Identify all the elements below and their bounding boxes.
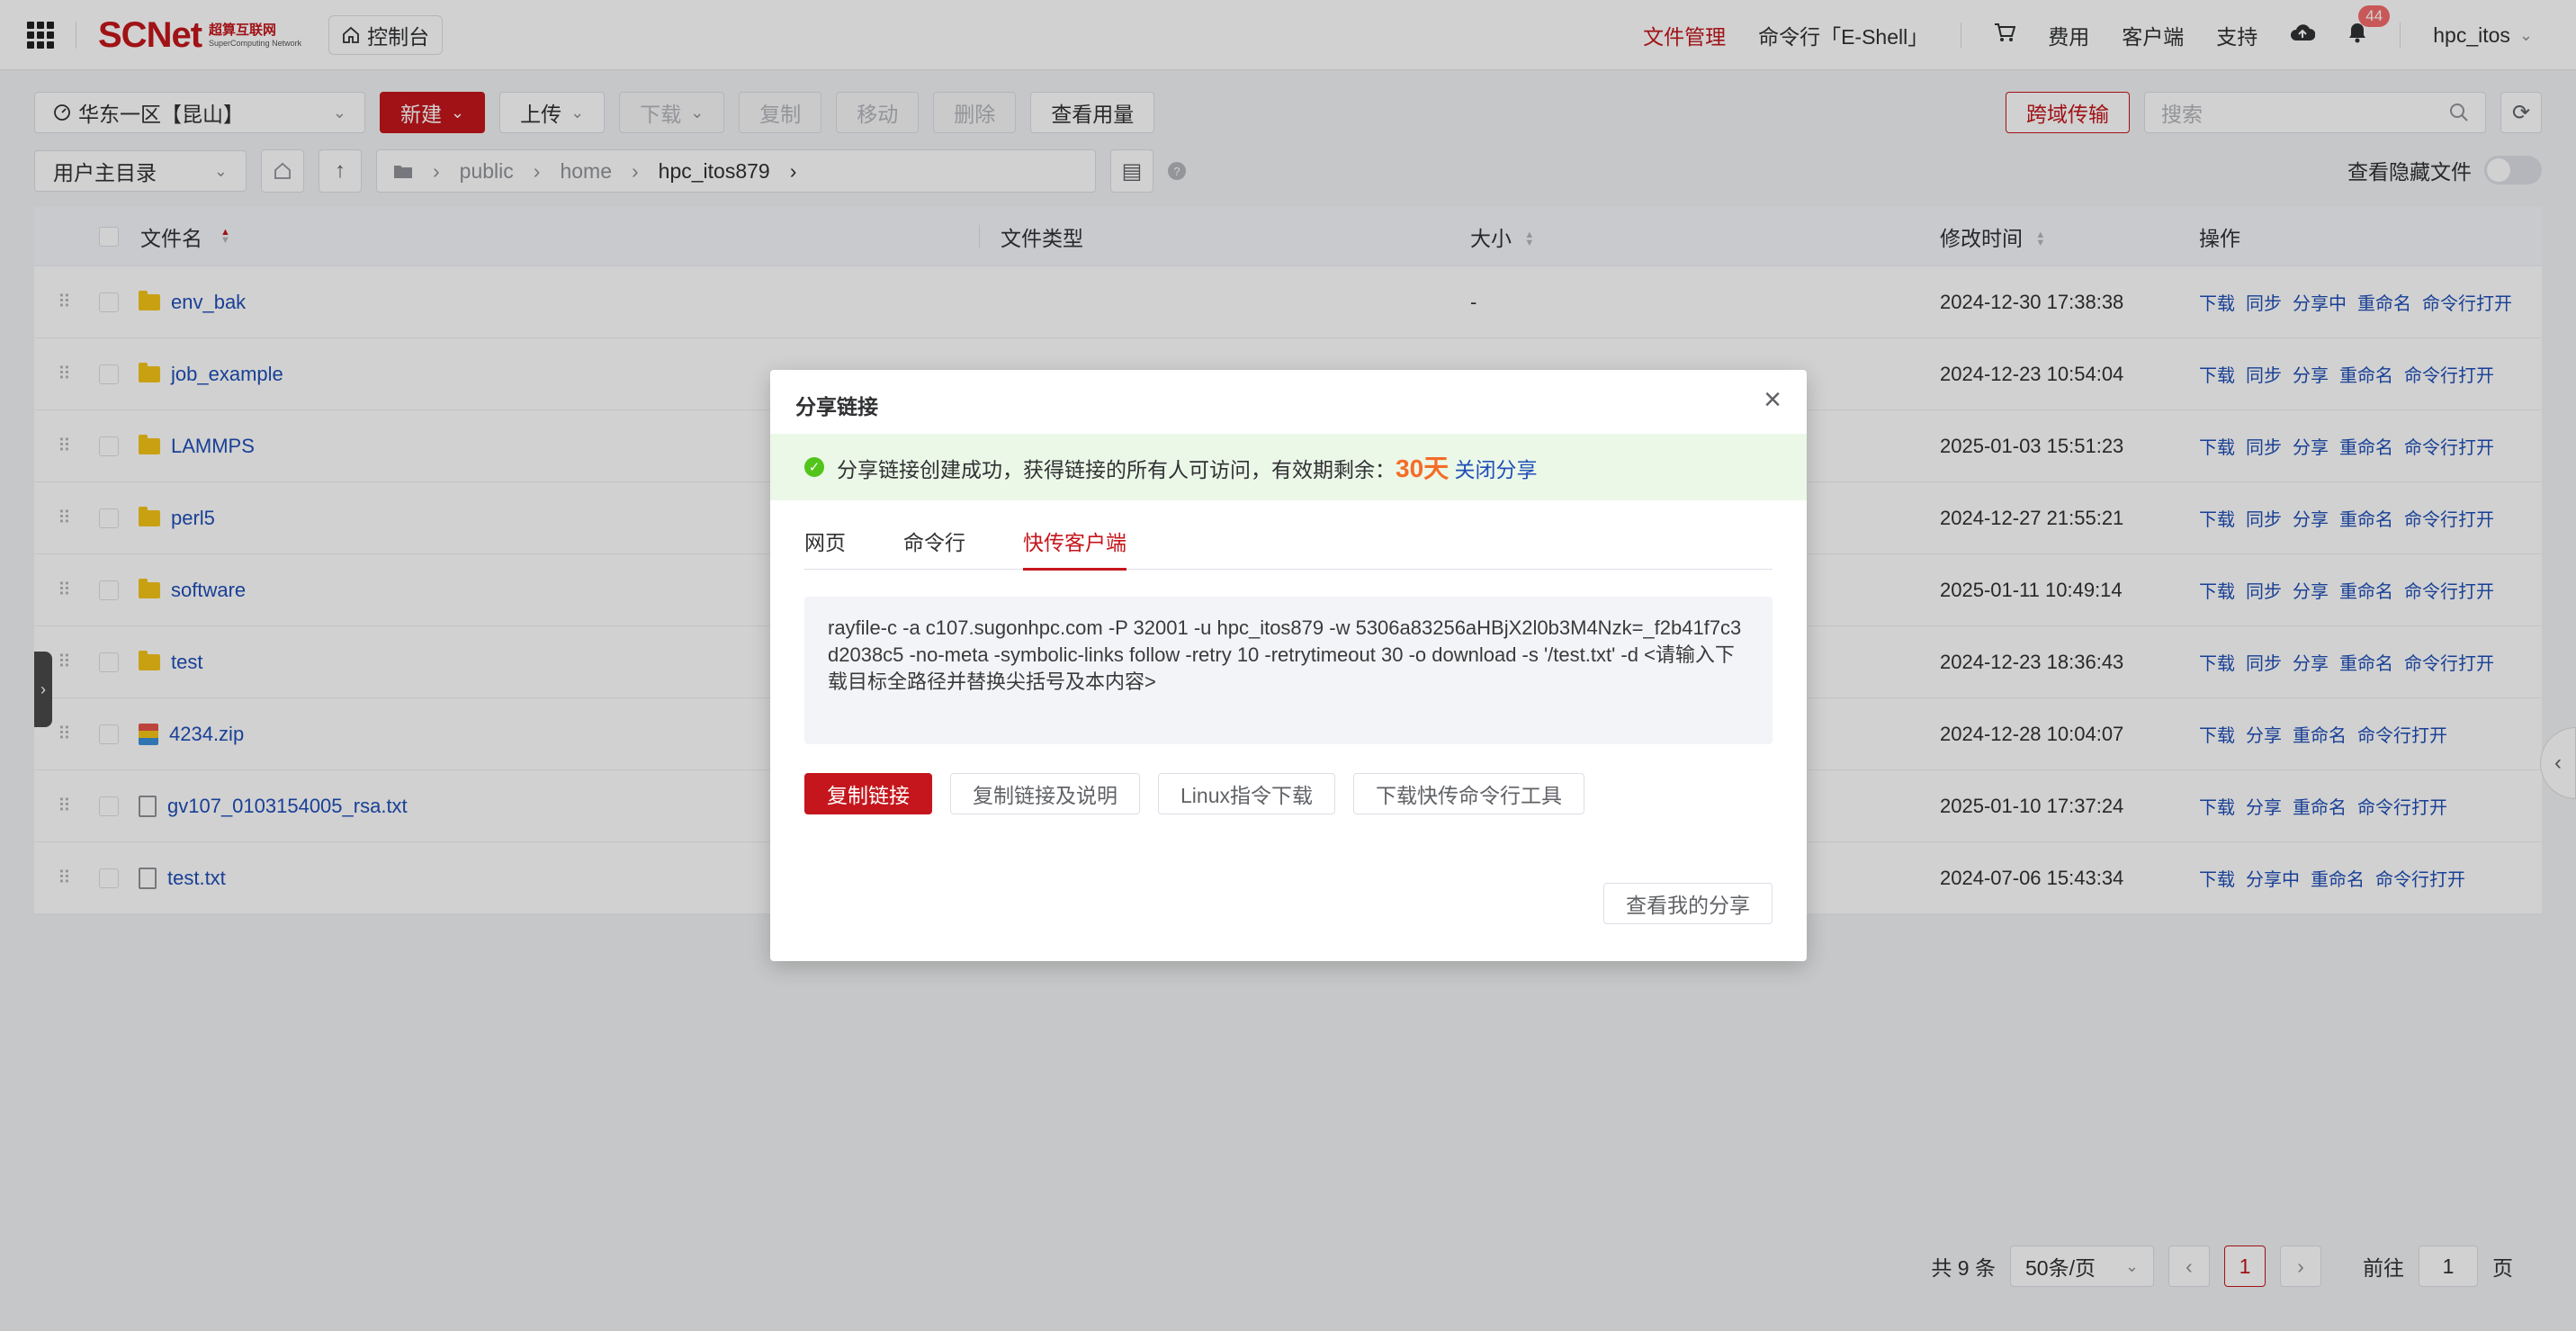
close-icon[interactable]: × [1764, 384, 1782, 415]
linux-download-button[interactable]: Linux指令下载 [1158, 773, 1335, 814]
share-link-dialog: 分享链接 × ✓ 分享链接创建成功，获得链接的所有人可访问，有效期剩余：30天 … [770, 370, 1807, 961]
check-circle-icon: ✓ [804, 457, 824, 477]
success-alert: ✓ 分享链接创建成功，获得链接的所有人可访问，有效期剩余：30天 关闭分享 [770, 434, 1807, 500]
dialog-actions: 复制链接 复制链接及说明 Linux指令下载 下载快传命令行工具 [804, 773, 1584, 814]
dialog-title: 分享链接 [795, 395, 878, 418]
tab-fast-client[interactable]: 快传客户端 [1023, 525, 1126, 571]
tab-web[interactable]: 网页 [804, 525, 846, 570]
copy-link-with-note-button[interactable]: 复制链接及说明 [950, 773, 1140, 814]
copy-link-button[interactable]: 复制链接 [804, 773, 932, 814]
close-share-link[interactable]: 关闭分享 [1455, 458, 1538, 481]
download-cli-tool-button[interactable]: 下载快传命令行工具 [1352, 773, 1584, 814]
alert-days: 30天 [1396, 454, 1450, 482]
share-command-text[interactable]: rayfile-c -a c107.sugonhpc.com -P 32001 … [804, 597, 1773, 744]
view-my-shares-button[interactable]: 查看我的分享 [1603, 883, 1773, 924]
tab-cmdline[interactable]: 命令行 [903, 525, 965, 570]
share-tabs: 网页 命令行 快传客户端 [804, 525, 1773, 571]
alert-text: 分享链接创建成功，获得链接的所有人可访问，有效期剩余： [837, 458, 1396, 481]
